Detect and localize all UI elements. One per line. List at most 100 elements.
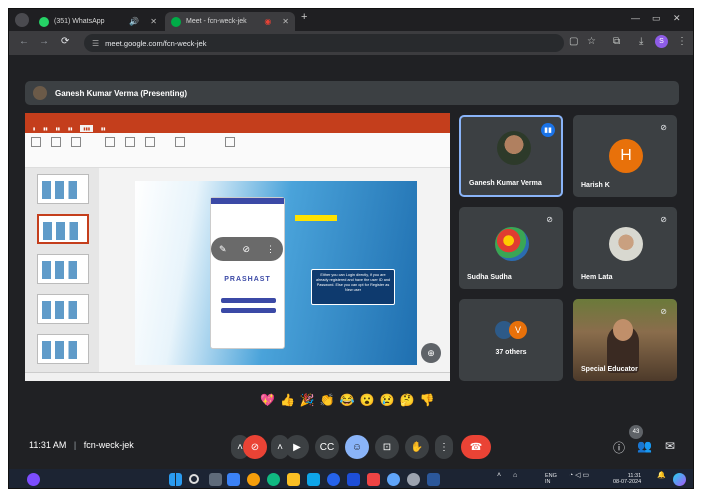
lang-line2: IN xyxy=(545,479,551,485)
reactions-bar: 💖 👍 🎉 👏 😂 😮 😢 🤔 👎 xyxy=(260,391,450,409)
more-options-button[interactable]: ⋮ xyxy=(435,435,453,459)
captions-button[interactable]: CC xyxy=(315,435,339,459)
more-options-icon[interactable]: ⋮ xyxy=(266,244,275,255)
pin-icon[interactable]: ✎ xyxy=(219,244,227,255)
camera-button[interactable]: ▶ xyxy=(285,435,309,459)
copilot-icon[interactable] xyxy=(673,473,686,486)
screen: (351) WhatsApp 🔊 ✕ Meet - fcn-weck-jek ◉… xyxy=(8,8,694,489)
presenter-banner: Ganesh Kumar Verma (Presenting) xyxy=(25,81,679,105)
store-icon[interactable] xyxy=(307,473,320,486)
presenter-overlay-controls[interactable]: ✎ ⊘ ⋮ xyxy=(211,237,283,261)
chat-icon[interactable]: ✉ xyxy=(665,439,675,453)
browser-tab-strip: (351) WhatsApp 🔊 ✕ Meet - fcn-weck-jek ◉… xyxy=(9,9,693,31)
app-register-button xyxy=(221,308,276,313)
clock-date: 08-07-2024 xyxy=(613,479,642,485)
participant-tile-others[interactable]: V 37 others xyxy=(459,299,563,381)
raise-hand-button[interactable]: ✋ xyxy=(405,435,429,459)
present-button[interactable]: ⊡ xyxy=(375,435,399,459)
participant-tile-harish[interactable]: ⊘ H Harish K xyxy=(573,115,677,197)
reaction-sad[interactable]: 😢 xyxy=(380,394,395,406)
participant-count-badge: 43 xyxy=(629,425,643,439)
cast-icon[interactable]: ▢ xyxy=(569,36,578,47)
meeting-code: fcn-weck-jek xyxy=(83,440,134,450)
reaction-clap[interactable]: 👏 xyxy=(320,394,335,406)
menu-kebab-icon[interactable]: ⋮ xyxy=(677,36,687,47)
gmail-icon[interactable] xyxy=(367,473,380,486)
new-tab-icon[interactable]: + xyxy=(301,11,307,23)
settings-icon[interactable] xyxy=(407,473,420,486)
system-clock[interactable]: 11:31 08-07-2024 xyxy=(613,473,641,485)
url-bar[interactable]: ☰ meet.google.com/fcn-weck-jek xyxy=(84,34,564,52)
reaction-thumbs-up[interactable]: 👍 xyxy=(280,394,295,406)
profile-avatar[interactable]: S xyxy=(655,35,668,48)
participant-tile-sudha[interactable]: ⊘ Sudha Sudha xyxy=(459,207,563,289)
emoji-button[interactable]: ☺ xyxy=(345,435,369,459)
tab-meet[interactable]: Meet - fcn-weck-jek ◉ ✕ xyxy=(165,12,295,31)
mute-presenter-icon[interactable]: ⊘ xyxy=(243,244,251,255)
slide-callout: Either you can Login directly, if you ar… xyxy=(311,269,395,305)
participant-tile-hemlata[interactable]: ⊘ Hem Lata xyxy=(573,207,677,289)
minimize-icon[interactable]: — xyxy=(631,13,640,23)
zoom-app-icon[interactable] xyxy=(327,473,340,486)
participant-avatar xyxy=(497,131,531,165)
chrome-active-icon[interactable] xyxy=(387,473,400,486)
restore-icon[interactable]: ▭ xyxy=(652,13,661,24)
start-icon[interactable] xyxy=(169,473,182,486)
participant-tile-special-educator[interactable]: ⊘ Special Educator xyxy=(573,299,677,381)
forward-icon[interactable]: → xyxy=(39,36,49,47)
search-icon[interactable] xyxy=(189,474,199,484)
reload-icon[interactable]: ⟳ xyxy=(61,36,69,47)
participant-tile-ganesh[interactable]: ▮▮ Ganesh Kumar Verma xyxy=(459,115,563,197)
reaction-laugh[interactable]: 😂 xyxy=(340,394,355,406)
file-explorer-icon[interactable] xyxy=(287,473,300,486)
participant-avatar xyxy=(609,227,643,261)
notification-bell-icon[interactable]: 🔔 xyxy=(657,472,666,479)
presenter-title: Ganesh Kumar Verma (Presenting) xyxy=(55,88,188,98)
mic-off-icon: ⊘ xyxy=(660,307,667,316)
tab-search-icon[interactable] xyxy=(15,13,29,27)
ribbon-button xyxy=(51,137,61,149)
bookmark-star-icon[interactable]: ☆ xyxy=(587,36,596,47)
widgets-icon[interactable] xyxy=(227,473,240,486)
close-tab-icon[interactable]: ✕ xyxy=(150,17,157,26)
word-icon[interactable] xyxy=(427,473,440,486)
meeting-time: 11:31 AM xyxy=(29,440,67,450)
edge-icon[interactable] xyxy=(267,473,280,486)
close-tab-icon[interactable]: ✕ xyxy=(282,17,289,26)
pp-menu-item: ▮▮ xyxy=(68,125,73,131)
reaction-surprised[interactable]: 😮 xyxy=(360,394,375,406)
weather-icon[interactable] xyxy=(27,473,40,486)
tab-whatsapp[interactable]: (351) WhatsApp 🔊 ✕ xyxy=(33,12,163,31)
reaction-party[interactable]: 🎉 xyxy=(300,394,315,406)
close-window-icon[interactable]: ✕ xyxy=(673,13,681,24)
pp-menu-item: ▮▮ xyxy=(55,125,61,131)
meeting-details-icon[interactable]: ⓘ xyxy=(613,439,625,456)
tray-chevron-icon[interactable]: ˄ xyxy=(497,472,501,479)
download-icon[interactable]: ⤓ xyxy=(639,36,643,47)
zoom-icon[interactable]: ⊕ xyxy=(421,343,441,363)
address-bar-row: ← → ⟳ ☰ meet.google.com/fcn-weck-jek ▢ ☆… xyxy=(9,31,693,55)
slide-thumbnail-selected xyxy=(37,214,89,244)
reaction-thumbs-down[interactable]: 👎 xyxy=(420,394,435,406)
meeting-info: 11:31 AM | fcn-weck-jek xyxy=(29,440,134,450)
app-login-button xyxy=(221,298,276,303)
mic-off-button[interactable]: ⊘ xyxy=(243,435,267,459)
reaction-heart[interactable]: 💖 xyxy=(260,394,275,406)
reaction-thinking[interactable]: 🤔 xyxy=(400,394,415,406)
teams-icon[interactable] xyxy=(347,473,360,486)
chrome-icon[interactable] xyxy=(247,473,260,486)
shared-screen[interactable]: ▮ ▮▮ ▮▮ ▮▮ ▮▮▮ ▮▮ PRASHAST ✎ ⊘ ⋮ Either … xyxy=(25,113,450,381)
wifi-volume-battery-icon[interactable]: ◔ ◁ ▭ xyxy=(569,472,589,479)
powerpoint-menu: ▮ ▮▮ ▮▮ ▮▮ ▮▮▮ ▮▮ xyxy=(25,123,450,133)
lang-indicator[interactable]: ENG IN xyxy=(545,473,557,485)
recording-icon: ◉ xyxy=(264,17,272,26)
back-icon[interactable]: ← xyxy=(19,36,29,47)
leave-call-button[interactable]: ☎ xyxy=(461,435,491,459)
people-icon[interactable]: 👥 xyxy=(637,439,652,453)
speaker-icon: 🔊 xyxy=(129,17,140,26)
extensions-icon[interactable]: ⧉ xyxy=(613,36,620,47)
site-settings-icon[interactable]: ☰ xyxy=(92,39,99,48)
taskview-icon[interactable] xyxy=(209,473,222,486)
network-icon[interactable]: ⌂ xyxy=(513,472,517,479)
participant-avatar: V xyxy=(509,321,527,339)
